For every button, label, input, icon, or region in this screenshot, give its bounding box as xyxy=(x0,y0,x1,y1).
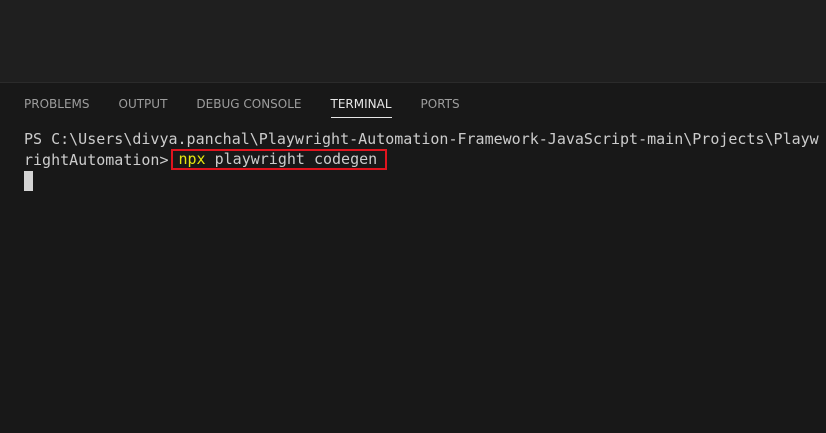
command-executable: npx xyxy=(178,150,206,168)
tab-debug-console[interactable]: DEBUG CONSOLE xyxy=(196,96,301,112)
terminal-input-line[interactable] xyxy=(24,171,824,192)
terminal-prompt-path: rightAutomation> xyxy=(24,151,169,169)
panel-tabs: PROBLEMS OUTPUT DEBUG CONSOLE TERMINAL P… xyxy=(0,83,826,125)
terminal-prompt-line-2: rightAutomation> npx playwright codegen xyxy=(24,149,824,171)
command-arguments: playwright codegen xyxy=(205,150,378,168)
terminal-cursor xyxy=(24,171,33,191)
terminal-prompt-line-1: PS C:\Users\divya.panchal\Playwright-Aut… xyxy=(24,130,819,148)
command-highlight-box: npx playwright codegen xyxy=(170,149,388,170)
tab-terminal[interactable]: TERMINAL xyxy=(330,96,392,118)
tab-output[interactable]: OUTPUT xyxy=(119,96,168,112)
tab-ports[interactable]: PORTS xyxy=(421,96,460,112)
vscode-window: PROBLEMS OUTPUT DEBUG CONSOLE TERMINAL P… xyxy=(0,0,826,433)
tab-problems[interactable]: PROBLEMS xyxy=(24,96,90,112)
bottom-panel: PROBLEMS OUTPUT DEBUG CONSOLE TERMINAL P… xyxy=(0,82,826,433)
editor-area xyxy=(0,0,826,82)
terminal-output[interactable]: PS C:\Users\divya.panchal\Playwright-Aut… xyxy=(24,129,824,192)
